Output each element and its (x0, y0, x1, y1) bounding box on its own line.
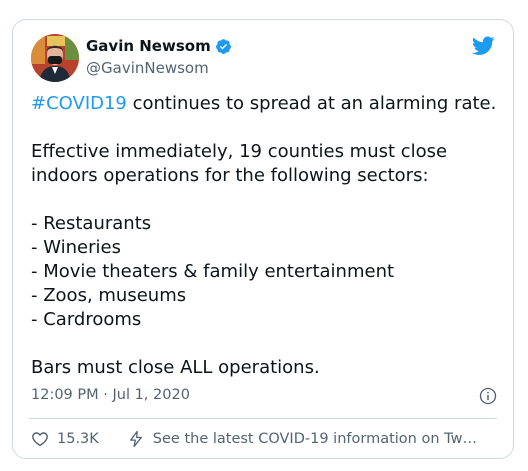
lightning-bolt-icon (129, 430, 142, 448)
hashtag-link[interactable]: #COVID19 (31, 93, 127, 114)
timestamp-link[interactable]: 12:09 PM · Jul 1, 2020 (31, 387, 190, 403)
divider (29, 418, 497, 419)
display-name[interactable]: Gavin Newsom (86, 37, 211, 55)
like-count: 15.3K (57, 431, 99, 447)
heart-icon (32, 432, 48, 447)
sector-item: - Restaurants (31, 213, 152, 234)
tweet-closing-line: Bars must close ALL operations. (31, 357, 320, 378)
info-icon[interactable] (479, 387, 497, 405)
covid-info-text: See the latest COVID-19 information on T… (152, 431, 477, 447)
tweet-line-3: indoors operations for the following sec… (31, 165, 429, 186)
tweet-text: #COVID19 continues to spread at an alarm… (31, 92, 501, 380)
tweet-line-2: Effective immediately, 19 counties must … (31, 141, 448, 162)
sector-item: - Wineries (31, 237, 121, 258)
sector-item: - Zoos, museums (31, 285, 187, 306)
avatar[interactable] (31, 34, 79, 82)
twitter-bird-icon[interactable] (472, 36, 495, 56)
author-handle[interactable]: @GavinNewsom (86, 59, 209, 77)
user-avatar-image (31, 34, 79, 82)
author-name-row[interactable]: Gavin Newsom (86, 37, 232, 55)
covid-info-link[interactable]: See the latest COVID-19 information on T… (127, 430, 477, 448)
verified-badge-icon (215, 38, 231, 54)
tweet-line-1-text: continues to spread at an alarming rate. (126, 93, 497, 114)
like-button[interactable]: 15.3K (31, 430, 99, 448)
tweet-line-1: #COVID19 continues to spread at an alarm… (31, 92, 501, 116)
tweet-actions: 15.3K See the latest COVID-19 informatio… (31, 427, 497, 451)
sector-item: - Movie theaters & family entertainment (31, 261, 395, 282)
tweet-card[interactable]: Gavin Newsom @GavinNewsom #COVID19 conti… (12, 19, 514, 459)
sector-item: - Cardrooms (31, 309, 142, 330)
tweet-meta: 12:09 PM · Jul 1, 2020 (31, 387, 497, 407)
